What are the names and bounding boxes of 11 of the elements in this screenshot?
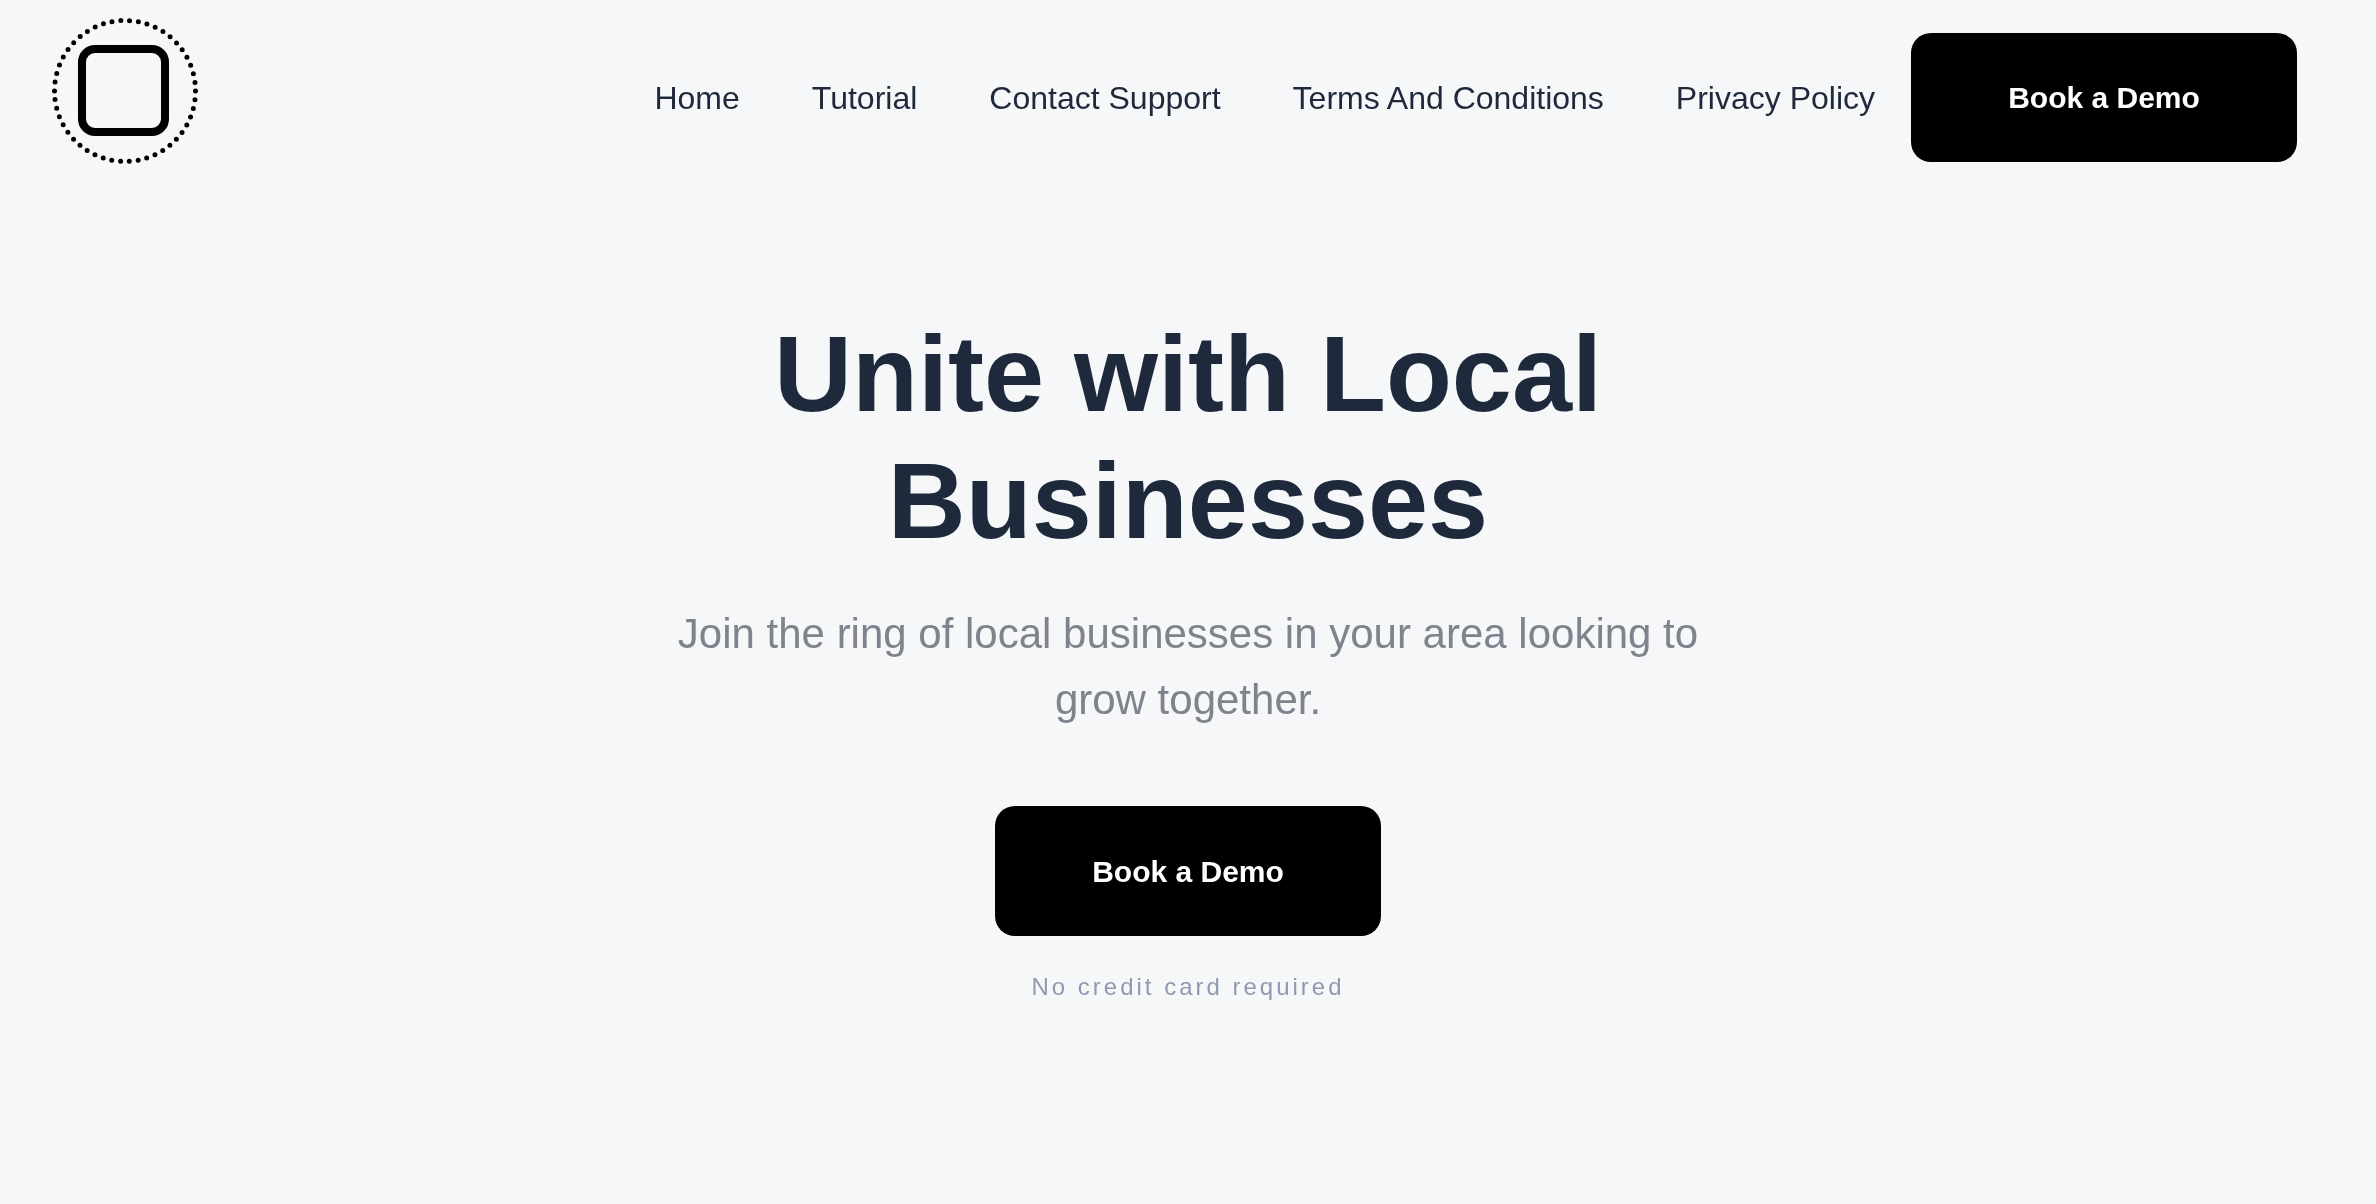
nav-link[interactable]: Terms And Conditions	[1256, 77, 1640, 118]
hero-subheading: Join the ring of local businesses in your area looking to grow together.	[676, 609, 1700, 725]
book-demo-button[interactable]: Book a Demo	[1911, 33, 2297, 162]
nav-link[interactable]: Tutorial	[775, 77, 954, 118]
nav-link[interactable]: Contact Support	[953, 77, 1257, 118]
hero-heading: Unite with Local Businesses	[772, 312, 1603, 563]
logo-icon[interactable]	[52, 16, 198, 166]
no-credit-card-note: No credit card required	[1031, 972, 1345, 1002]
nav-link[interactable]: Privacy Policy	[1639, 77, 1911, 118]
book-demo-button[interactable]: Book a Demo	[995, 806, 1381, 936]
nav-link[interactable]: Home	[618, 77, 776, 118]
